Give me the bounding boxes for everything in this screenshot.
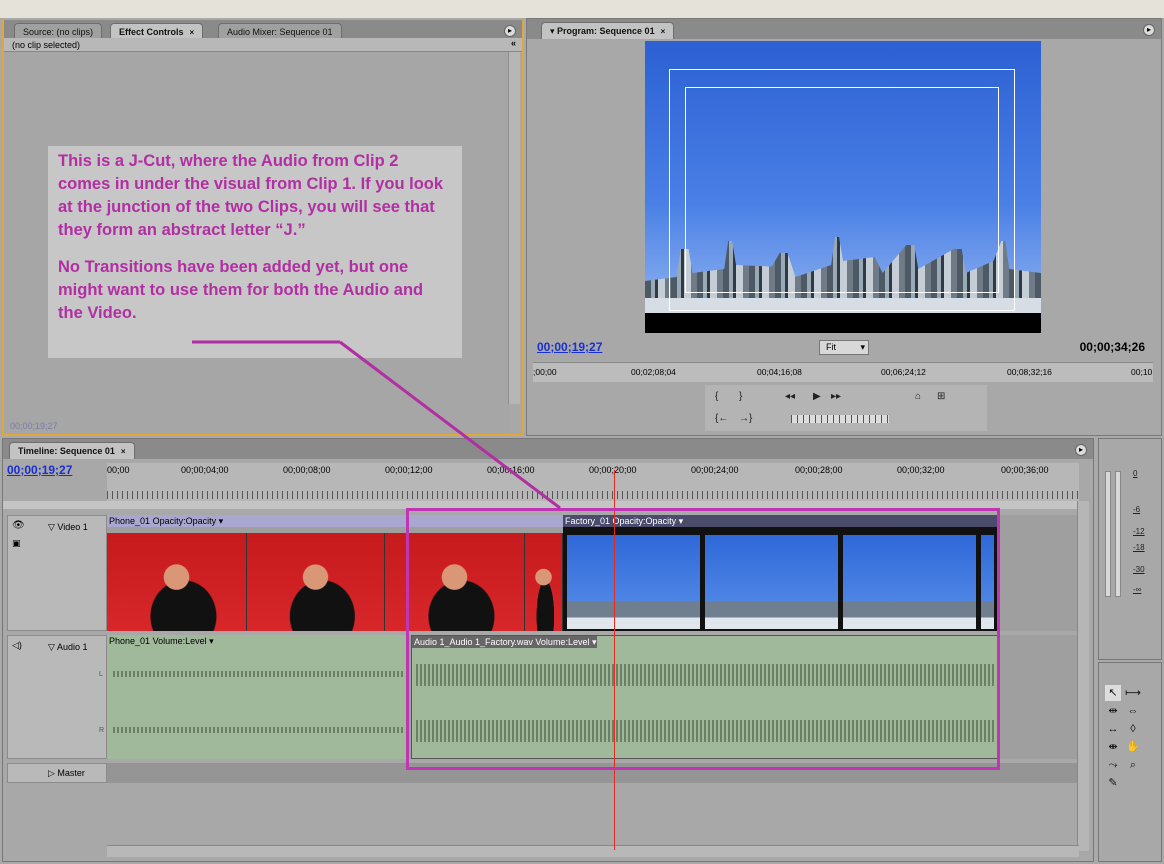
- hand-icon[interactable]: ✋: [1125, 739, 1141, 755]
- audio-meters-panel: 0 -6 -12 -18 -30 -∞: [1098, 438, 1162, 660]
- callout-arrow: [192, 340, 561, 510]
- meter-right: [1115, 471, 1121, 597]
- pen-icon[interactable]: ✎: [1105, 775, 1121, 791]
- meter-label: -30: [1133, 565, 1145, 574]
- meter-left: [1105, 471, 1111, 597]
- track-select-icon[interactable]: ⟼: [1125, 685, 1141, 701]
- meter-label: -18: [1133, 543, 1145, 552]
- selection-tool-icon[interactable]: ↖: [1105, 685, 1121, 701]
- slip-icon[interactable]: ⇼: [1105, 739, 1121, 755]
- meter-label: -12: [1133, 527, 1145, 536]
- tools-panel: ↖ ⟼ ⇹ ⇔ ↔ ◊ ⇼ ✋ ⤳ ⌕ ✎: [1098, 662, 1162, 862]
- callout-arrow-diagonal: [339, 340, 561, 510]
- rolling-edit-icon[interactable]: ⇔: [1125, 703, 1141, 719]
- meter-label: -∞: [1133, 585, 1142, 594]
- slide-icon[interactable]: ⤳: [1105, 757, 1121, 773]
- meter-label: 0: [1133, 469, 1138, 478]
- zoom-icon[interactable]: ⌕: [1125, 757, 1141, 773]
- meter-label: -6: [1133, 505, 1141, 514]
- razor-icon[interactable]: ◊: [1125, 721, 1141, 737]
- rate-stretch-icon[interactable]: ↔: [1105, 721, 1121, 737]
- ripple-edit-icon[interactable]: ⇹: [1105, 703, 1121, 719]
